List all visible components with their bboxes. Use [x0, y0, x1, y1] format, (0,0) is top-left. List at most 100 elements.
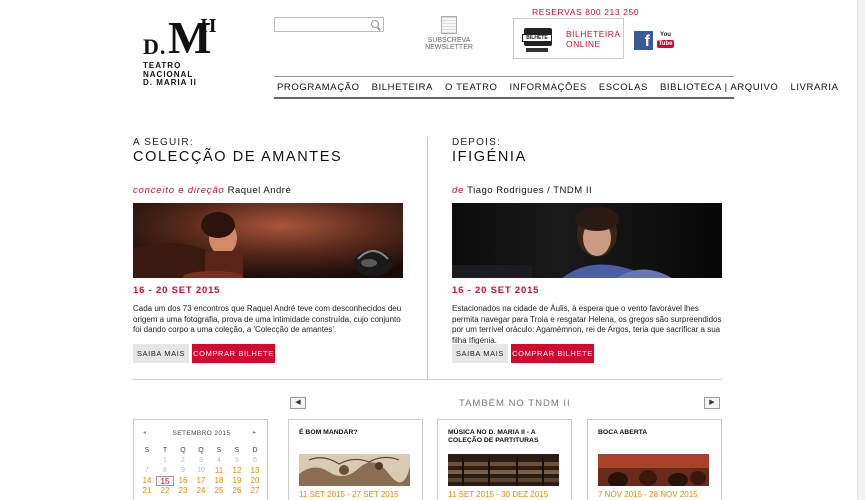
comprar-bilhete-button[interactable]: COMPRAR BILHETE	[511, 344, 594, 363]
calendar-day-selected[interactable]: 15	[156, 476, 174, 486]
newsletter-link[interactable]: SUBSCREVA NEWSLETTER	[420, 16, 478, 51]
bilheteira-label: BILHETEIRA ONLINE	[566, 29, 621, 49]
menu-divider-bottom	[274, 97, 734, 99]
saiba-mais-button[interactable]: SAIBA MAIS	[133, 344, 189, 363]
youtube-icon[interactable]: You Tube	[657, 31, 674, 50]
calendar-day: 8	[163, 467, 167, 474]
card-image	[448, 454, 559, 486]
comprar-bilhete-button[interactable]: COMPRAR BILHETE	[192, 344, 275, 363]
carousel-next-button[interactable]: ▶	[704, 397, 720, 409]
credit-name: Tiago Rodrigues / TNDM II	[467, 185, 593, 196]
menu-item-livraria[interactable]: LIVRARIA	[790, 82, 838, 94]
calendar-month: SETEMBRO 2015	[172, 430, 231, 437]
show-credit: conceito e direção Raquel André	[133, 185, 405, 196]
reservas-phone: RESERVAS 800 213 250	[532, 7, 640, 17]
calendar-day-event[interactable]: 17	[192, 476, 210, 486]
calendar-day-event[interactable]: 22	[156, 486, 174, 496]
logo-ii: II	[200, 15, 218, 37]
weekday: Q	[198, 447, 204, 454]
carousel-prev-button[interactable]: ◀	[290, 397, 306, 409]
also-heading: TAMBÉM NO TNDM II	[459, 398, 571, 409]
card-title: É BOM MANDAR?	[299, 429, 358, 436]
weekday: S	[234, 447, 240, 454]
card-title: BOCA ABERTA	[598, 429, 648, 436]
calendar-day: 9	[181, 467, 185, 474]
logo-text: TEATRO NACIONAL D. MARIA II	[143, 61, 213, 88]
newsletter-icon	[441, 16, 457, 34]
page: D. M II TEATRO NACIONAL D. MARIA II SUBS…	[0, 0, 865, 500]
newsletter-line-2: NEWSLETTER	[425, 44, 473, 51]
calendar-day-event[interactable]: 16	[174, 476, 192, 486]
calendar-day: 7	[145, 467, 149, 474]
calendar-day-event[interactable]: 27	[246, 486, 264, 496]
show-title[interactable]: COLECÇÃO DE AMANTES	[133, 149, 405, 165]
ticket-icon-text: BILHETE	[522, 34, 552, 42]
calendar-day-event[interactable]: 18	[210, 476, 228, 486]
credit-prefix: conceito e direção	[133, 185, 225, 196]
youtube-you: You	[660, 32, 671, 38]
calendar-day-event[interactable]: 11	[210, 466, 228, 476]
calendar-day: 3	[199, 457, 203, 464]
featured-after: DEPOIS: IFIGÉNIA de Tiago Rodrigues / TN…	[452, 137, 724, 363]
show-credit: de Tiago Rodrigues / TNDM II	[452, 185, 724, 196]
calendar-day: 2	[181, 457, 185, 464]
calendar-day-event[interactable]: 20	[246, 476, 264, 486]
scrollbar[interactable]	[857, 0, 865, 500]
calendar-day: 4	[217, 457, 221, 464]
show-description: Cada um dos 73 encontros que Raquel Andr…	[133, 304, 402, 334]
menu-item-escolas[interactable]: ESCOLAS	[599, 82, 648, 94]
show-photo[interactable]	[133, 203, 403, 278]
show-title[interactable]: IFIGÉNIA	[452, 149, 724, 165]
calendar-day-event[interactable]: 21	[138, 486, 156, 496]
event-card[interactable]: BOCA ABERTA 7 NOV 2015 - 28 NOV 2015	[587, 419, 722, 500]
newsletter-line-1: SUBSCREVA	[427, 37, 471, 44]
section-label: DEPOIS:	[452, 137, 501, 148]
search-input[interactable]	[274, 17, 384, 32]
calendar-day-event[interactable]: 14	[138, 476, 156, 486]
weekday: S	[144, 447, 150, 454]
event-card[interactable]: MÚSICA NO D. MARIA II - A COLEÇÃO DE PAR…	[437, 419, 572, 500]
card-image	[299, 454, 410, 486]
card-title: MÚSICA NO D. MARIA II - A COLEÇÃO DE PAR…	[448, 429, 539, 444]
main-menu: PROGRAMAÇÃO BILHETEIRA O TEATRO INFORMAÇ…	[274, 82, 848, 94]
bilheteira-line-1: BILHETEIRA	[566, 29, 621, 39]
calendar-day-event[interactable]: 26	[228, 486, 246, 496]
event-card[interactable]: É BOM MANDAR? 11 SET 2015 - 27 SET 2015	[288, 419, 423, 500]
bilheteira-online-button[interactable]: BILHETE BILHETEIRA ONLINE	[513, 18, 624, 59]
card-image	[598, 454, 709, 486]
saiba-mais-button[interactable]: SAIBA MAIS	[452, 344, 508, 363]
section-divider	[133, 379, 722, 380]
calendar-day-event[interactable]: 13	[246, 466, 264, 476]
calendar-day: 5	[235, 457, 239, 464]
card-date: 11 SET 2015 - 30 DEZ 2015	[448, 490, 549, 499]
credit-name: Raquel André	[227, 185, 292, 196]
menu-item-biblioteca[interactable]: BIBLIOTECA | ARQUIVO	[660, 82, 778, 94]
menu-item-o-teatro[interactable]: O TEATRO	[445, 82, 497, 94]
calendar-day-event[interactable]: 23	[174, 486, 192, 496]
calendar-day: 10	[197, 467, 205, 474]
calendar-grid: S T Q Q S S D 1 2 3 4 5 6 7 8 9 10 11 12…	[138, 446, 264, 496]
logo-d: D.	[143, 34, 167, 59]
show-description: Estacionados na cidade de Áulis, à esper…	[452, 304, 722, 345]
menu-item-informacoes[interactable]: INFORMAÇÕES	[510, 82, 587, 94]
calendar-day-event[interactable]: 12	[228, 466, 246, 476]
menu-item-programacao[interactable]: PROGRAMAÇÃO	[277, 82, 360, 94]
card-date: 11 SET 2015 - 27 SET 2015	[299, 490, 399, 499]
calendar-day-event[interactable]: 24	[192, 486, 210, 496]
facebook-icon[interactable]: f	[634, 31, 653, 50]
search-icon[interactable]	[371, 20, 379, 28]
calendar-next-icon[interactable]: ▸	[253, 429, 256, 436]
calendar-day: 1	[163, 457, 167, 464]
calendar-day-event[interactable]: 25	[210, 486, 228, 496]
featured-next: A SEGUIR: COLECÇÃO DE AMANTES conceito e…	[133, 137, 405, 363]
logo-line-3: D. MARIA II	[143, 78, 197, 87]
section-label: A SEGUIR:	[133, 137, 194, 148]
show-photo[interactable]	[452, 203, 722, 278]
youtube-tube: Tube	[657, 40, 674, 48]
show-date: 16 - 20 SET 2015	[133, 285, 221, 296]
weekday: D	[252, 447, 258, 454]
calendar-day-event[interactable]: 19	[228, 476, 246, 486]
calendar-day: 6	[253, 457, 257, 464]
menu-item-bilheteira[interactable]: BILHETEIRA	[372, 82, 433, 94]
bilheteira-line-2: ONLINE	[566, 39, 601, 49]
